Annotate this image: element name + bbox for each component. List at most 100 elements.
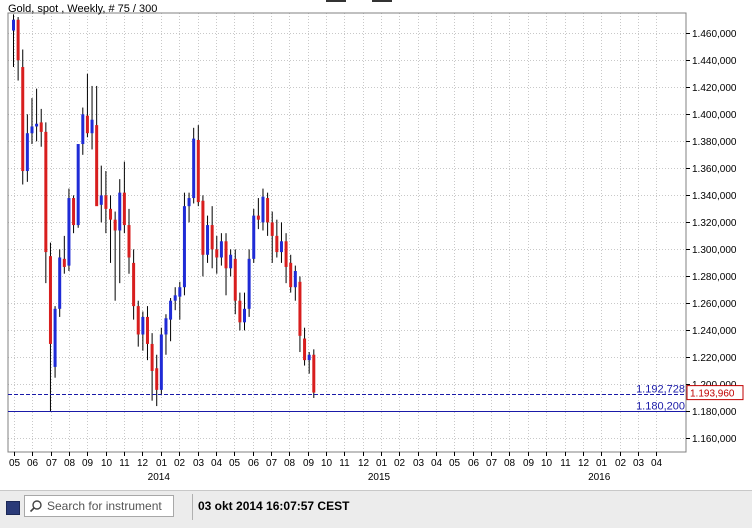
candle-body-up [141, 316, 145, 335]
candle [215, 235, 219, 274]
candle-body-up [243, 308, 246, 323]
candle-body-down [132, 262, 136, 307]
x-tick-label: 08 [504, 458, 516, 469]
x-tick-label: 08 [64, 458, 76, 469]
x-tick-label: 05 [229, 458, 241, 469]
x-tick-label: 12 [578, 458, 590, 469]
server-timestamp: 03 okt 2014 16:07:57 CEST [198, 499, 350, 513]
y-tick-label: 1.160,000 [692, 434, 737, 445]
y-tick-label: 1.420,000 [692, 83, 737, 94]
candle-body-down [113, 219, 117, 231]
y-tick-label: 1.320,000 [692, 218, 737, 229]
candle [136, 300, 140, 347]
x-tick-label: 03 [193, 458, 205, 469]
current-price-label: 1.193,960 [690, 389, 735, 400]
candle [99, 165, 103, 223]
instrument-search[interactable] [24, 495, 174, 517]
candle-body-up [12, 19, 15, 31]
search-icon [29, 500, 42, 513]
candle [173, 287, 177, 311]
candle-body-down [312, 354, 316, 393]
candle-body-up [99, 195, 103, 205]
status-divider [192, 494, 193, 520]
candle-body-down [233, 258, 237, 301]
candle-body-down [270, 222, 274, 236]
x-tick-label: 07 [266, 458, 278, 469]
search-input[interactable] [47, 499, 171, 513]
candle-body-up [118, 192, 122, 231]
y-tick-label: 1.220,000 [692, 353, 737, 364]
candle [16, 17, 20, 81]
candle-body-up [247, 258, 251, 309]
candle [95, 85, 99, 207]
candle-body-up [25, 133, 29, 172]
candle [187, 192, 191, 223]
candle [48, 242, 52, 412]
candle-body-up [35, 123, 39, 127]
candle [261, 188, 265, 231]
candle [127, 208, 131, 274]
y-tick-label: 1.280,000 [692, 272, 737, 283]
candle-body-down [95, 125, 99, 207]
price-axis[interactable]: 1.160,0001.180,0001.200,0001.220,0001.24… [686, 29, 737, 445]
x-tick-label: 04 [431, 458, 443, 469]
candle-body-down [201, 200, 205, 255]
candle [178, 281, 182, 320]
candle-body-down [136, 306, 140, 335]
candle-body-up [30, 126, 34, 134]
plot-frame [7, 12, 687, 453]
y-tick-label: 1.360,000 [692, 164, 737, 175]
y-tick-label: 1.300,000 [692, 245, 737, 256]
window-square-icon[interactable] [6, 501, 20, 515]
candle-body-up [173, 295, 177, 301]
candle [164, 314, 168, 355]
candle-body-down [127, 225, 131, 258]
candle [229, 249, 233, 277]
candle-body-down [266, 198, 270, 223]
candle-body-down [150, 343, 154, 371]
candle [284, 233, 288, 284]
candle-body-up [159, 334, 163, 390]
candle [90, 85, 94, 150]
x-tick-label: 12 [358, 458, 370, 469]
candle [155, 354, 159, 407]
candle-body-up [169, 300, 173, 320]
candle-body-up [81, 114, 85, 145]
candle-body-up [76, 144, 80, 226]
candlestick-chart[interactable]: Gold, spot , Weekly, # 75 / 300 1.160,00… [0, 0, 752, 490]
candle [303, 327, 307, 366]
candle [275, 219, 279, 258]
candle-body-down [303, 338, 307, 361]
time-axis[interactable]: 05 06 07 08 09 10 11 12 01 02 03 04 05 06 07 08 09 10 11 12… [9, 452, 663, 483]
candle [270, 211, 274, 263]
candle [145, 306, 149, 361]
candle-body-down [275, 235, 279, 253]
candle-body-up [90, 119, 94, 134]
candle [238, 292, 242, 331]
candle-body-up [307, 354, 311, 361]
candle-body-down [21, 67, 25, 172]
window-tab-handles[interactable] [326, 0, 394, 4]
x-tick-label: 04 [651, 458, 663, 469]
x-tick-label: 02 [174, 458, 186, 469]
candle-body-down [145, 316, 149, 344]
chart-window[interactable]: Gold, spot , Weekly, # 75 / 300 1.160,00… [0, 0, 752, 490]
year-label: 2014 [148, 472, 171, 483]
candle-body-up [206, 225, 210, 255]
candle [210, 206, 214, 269]
candle-body-down [256, 215, 260, 220]
candle-body-up [67, 198, 71, 266]
x-tick-label: 05 [9, 458, 21, 469]
candle-body-down [48, 256, 52, 344]
x-tick-label: 02 [615, 458, 627, 469]
y-tick-label: 1.380,000 [692, 137, 737, 148]
y-tick-label: 1.400,000 [692, 110, 737, 121]
candle-body-up [164, 318, 168, 335]
level-label: 1.180,200 [636, 401, 685, 413]
candle [25, 114, 29, 182]
y-tick-label: 1.340,000 [692, 191, 737, 202]
candle [62, 235, 66, 274]
x-tick-label: 10 [321, 458, 333, 469]
candle-body-down [196, 139, 200, 203]
candle [219, 233, 223, 266]
